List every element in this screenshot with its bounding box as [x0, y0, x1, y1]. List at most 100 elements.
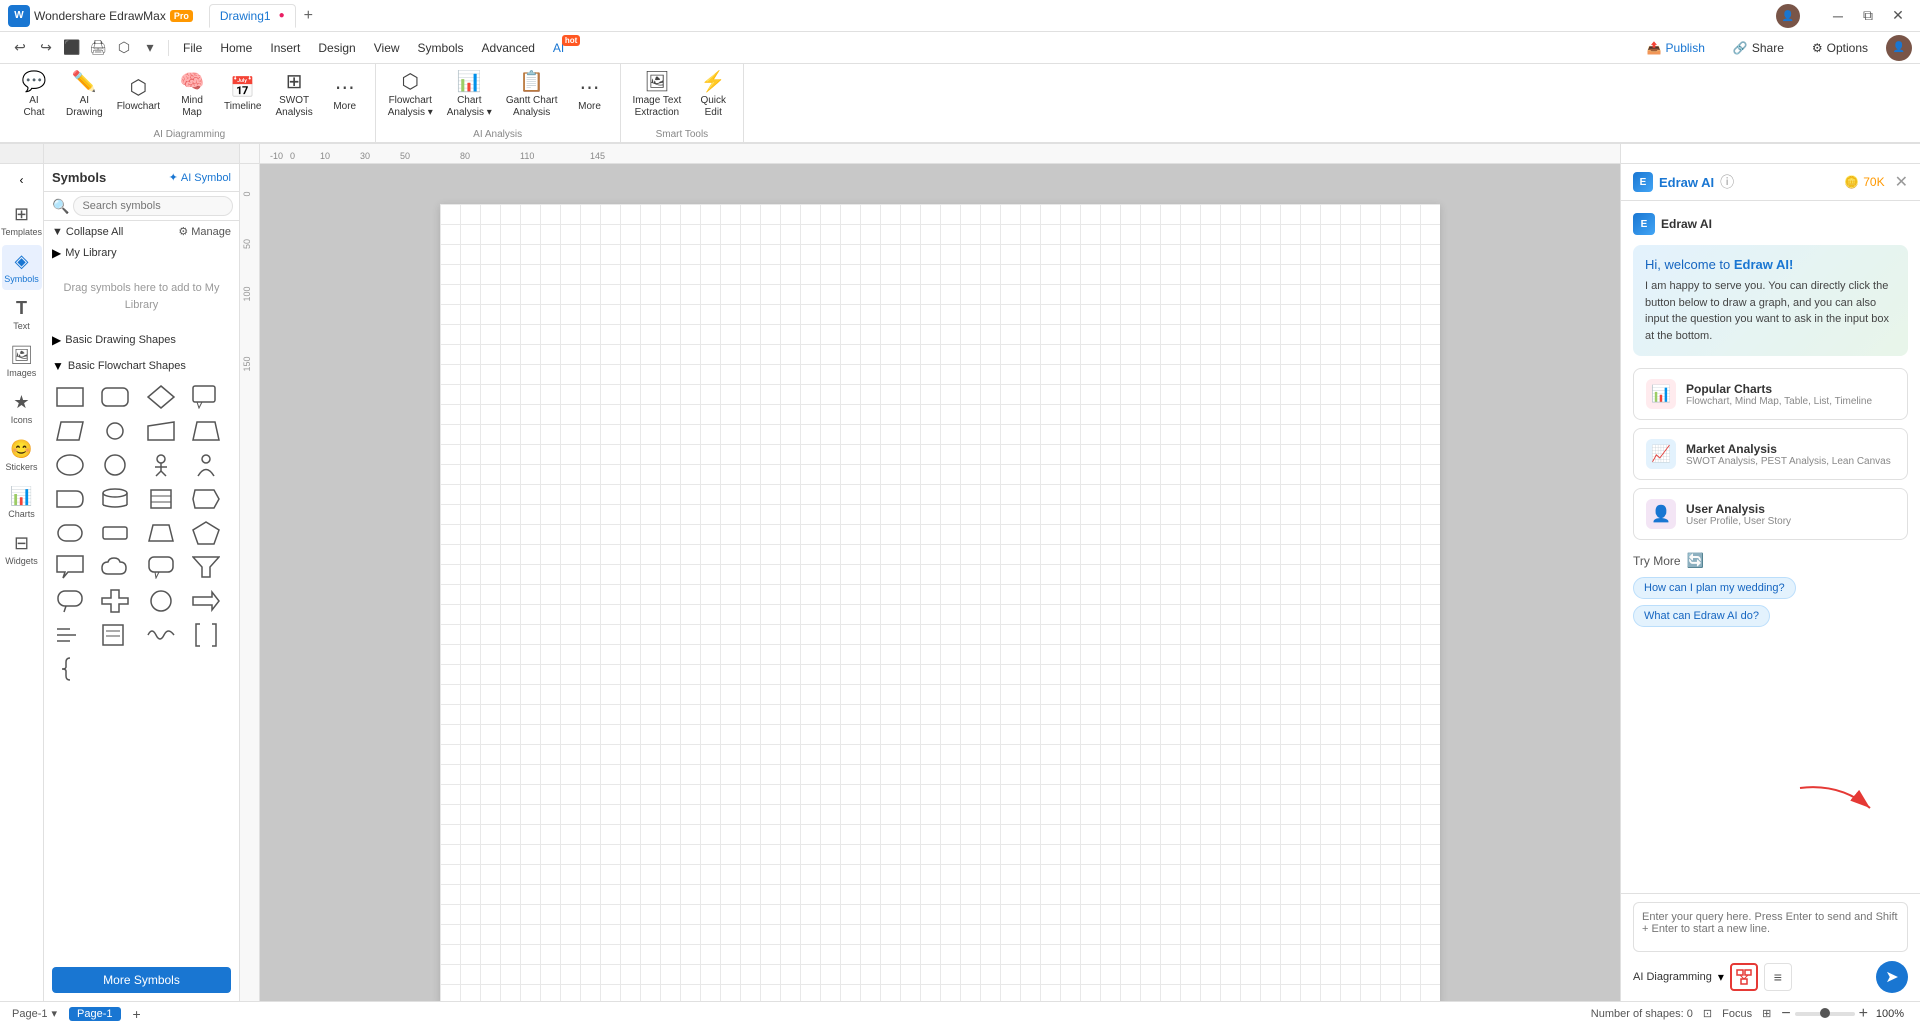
shape-brace-callout[interactable]: [143, 585, 179, 617]
shape-callout2[interactable]: [52, 551, 88, 583]
menu-symbols[interactable]: Symbols: [410, 37, 472, 59]
nav-symbols[interactable]: ◈ Symbols: [2, 245, 42, 290]
shape-stored-data[interactable]: [143, 483, 179, 515]
image-text-button[interactable]: 🖼 Image TextExtraction: [627, 68, 688, 123]
export-button[interactable]: ⬡: [112, 36, 136, 60]
swot-button[interactable]: ⊞ SWOTAnalysis: [269, 68, 318, 123]
gantt-analysis-button[interactable]: 📋 Gantt ChartAnalysis: [500, 68, 564, 123]
shape-wave[interactable]: [143, 619, 179, 651]
nav-text[interactable]: T Text: [2, 292, 42, 337]
menu-view[interactable]: View: [366, 37, 408, 59]
flowchart-analysis-button[interactable]: ⬡ FlowchartAnalysis ▾: [382, 68, 439, 123]
shape-note[interactable]: [97, 619, 133, 651]
new-tab-button[interactable]: +: [298, 5, 319, 27]
display-icon[interactable]: ⊞: [1762, 1007, 1771, 1020]
shape-rounded-rect2[interactable]: [52, 517, 88, 549]
nav-templates[interactable]: ⊞ Templates: [2, 198, 42, 243]
quick-edit-button[interactable]: ⚡ QuickEdit: [689, 68, 737, 123]
shape-person[interactable]: [143, 449, 179, 481]
collapse-all-button[interactable]: ▼ Collapse All: [52, 226, 123, 238]
help-icon[interactable]: ⓘ: [1720, 172, 1734, 192]
save-button[interactable]: ⬛: [60, 36, 84, 60]
add-page-button[interactable]: +: [133, 1006, 141, 1022]
basic-drawing-header[interactable]: ▶ Basic Drawing Shapes: [44, 329, 239, 351]
more-analysis-button[interactable]: ⋯ More: [566, 74, 614, 117]
user-avatar-menu[interactable]: 👤: [1886, 35, 1912, 61]
more-ai-button[interactable]: ⋯ More: [321, 74, 369, 117]
shape-diamond[interactable]: [143, 381, 179, 413]
diagram-mode-button[interactable]: [1730, 963, 1758, 991]
zoom-plus[interactable]: +: [1859, 1005, 1868, 1023]
shape-circle[interactable]: [97, 449, 133, 481]
nav-charts[interactable]: 📊 Charts: [2, 480, 42, 525]
shape-callout3[interactable]: [143, 551, 179, 583]
timeline-button[interactable]: 📅 Timeline: [218, 74, 267, 117]
basic-flowchart-header[interactable]: ▼ Basic Flowchart Shapes: [44, 355, 239, 377]
redo-button[interactable]: ↪: [34, 36, 58, 60]
ai-chat-button[interactable]: 💬 AIChat: [10, 68, 58, 123]
undo-button[interactable]: ↩: [8, 36, 32, 60]
share-button[interactable]: 🔗 Share: [1723, 37, 1794, 59]
nav-widgets[interactable]: ⊟ Widgets: [2, 527, 42, 572]
publish-button[interactable]: 📤 Publish: [1637, 37, 1715, 59]
shape-rounded-callout[interactable]: [52, 585, 88, 617]
ai-input[interactable]: [1633, 902, 1908, 952]
chip-edraw[interactable]: What can Edraw AI do?: [1633, 605, 1770, 627]
shape-pentagon[interactable]: [188, 517, 224, 549]
shape-rectangle[interactable]: [52, 381, 88, 413]
shape-brace[interactable]: [52, 653, 88, 685]
menu-design[interactable]: Design: [310, 37, 363, 59]
shape-data[interactable]: [97, 483, 133, 515]
close-button[interactable]: ✕: [1884, 6, 1912, 26]
zoom-slider[interactable]: [1795, 1012, 1855, 1016]
suggestion-user-analysis[interactable]: 👤 User Analysis User Profile, User Story: [1633, 488, 1908, 540]
text-mode-button[interactable]: ≡: [1764, 963, 1792, 991]
fit-icon[interactable]: ⊡: [1703, 1007, 1712, 1020]
menu-ai[interactable]: AI hot: [545, 37, 572, 59]
shape-cloud[interactable]: [97, 551, 133, 583]
nav-icons[interactable]: ★ Icons: [2, 386, 42, 431]
shape-rect-small[interactable]: [97, 517, 133, 549]
try-more-icon[interactable]: 🔄: [1687, 552, 1704, 569]
user-avatar[interactable]: 👤: [1776, 4, 1800, 28]
shape-rounded-rect[interactable]: [97, 381, 133, 413]
menu-insert[interactable]: Insert: [262, 37, 308, 59]
shape-trapezoid[interactable]: [143, 517, 179, 549]
print-button[interactable]: 🖨: [86, 36, 110, 60]
my-library-header[interactable]: ▶ My Library: [44, 242, 239, 264]
more-qa-button[interactable]: ▾: [138, 36, 162, 60]
suggestion-market-analysis[interactable]: 📈 Market Analysis SWOT Analysis, PEST An…: [1633, 428, 1908, 480]
shape-arrow[interactable]: [188, 585, 224, 617]
shape-annotation[interactable]: [52, 619, 88, 651]
minimize-button[interactable]: ─: [1824, 6, 1852, 26]
manage-button[interactable]: ⚙ Manage: [178, 225, 231, 238]
flowchart-button[interactable]: ⬡ Flowchart: [111, 74, 166, 117]
restore-button[interactable]: ⧉: [1854, 6, 1882, 26]
mind-map-button[interactable]: 🧠 MindMap: [168, 68, 216, 123]
zoom-minus[interactable]: −: [1781, 1005, 1790, 1023]
menu-file[interactable]: File: [175, 37, 210, 59]
shape-ellipse[interactable]: [52, 449, 88, 481]
shape-stadium[interactable]: [97, 415, 133, 447]
zoom-handle[interactable]: [1820, 1008, 1830, 1018]
suggestion-popular-charts[interactable]: 📊 Popular Charts Flowchart, Mind Map, Ta…: [1633, 368, 1908, 420]
shape-manual-op[interactable]: [188, 415, 224, 447]
shape-bracket[interactable]: [188, 619, 224, 651]
canvas-area[interactable]: [260, 164, 1620, 1001]
focus-mode[interactable]: Focus: [1722, 1008, 1752, 1020]
rp-close-button[interactable]: ✕: [1895, 172, 1908, 192]
ai-drawing-button[interactable]: ✏️ AIDrawing: [60, 68, 109, 123]
shape-callout[interactable]: [188, 381, 224, 413]
shape-person2[interactable]: [188, 449, 224, 481]
search-input[interactable]: [73, 196, 233, 216]
shape-manual-input[interactable]: [143, 415, 179, 447]
nav-images[interactable]: 🖼 Images: [2, 339, 42, 384]
shape-delay[interactable]: [52, 483, 88, 515]
shape-plus[interactable]: [97, 585, 133, 617]
chip-wedding[interactable]: How can I plan my wedding?: [1633, 577, 1796, 599]
shape-display[interactable]: [188, 483, 224, 515]
page-tab[interactable]: Page-1: [69, 1007, 120, 1021]
shape-funnel[interactable]: [188, 551, 224, 583]
nav-collapse-button[interactable]: ‹: [2, 168, 42, 192]
menu-home[interactable]: Home: [212, 37, 260, 59]
